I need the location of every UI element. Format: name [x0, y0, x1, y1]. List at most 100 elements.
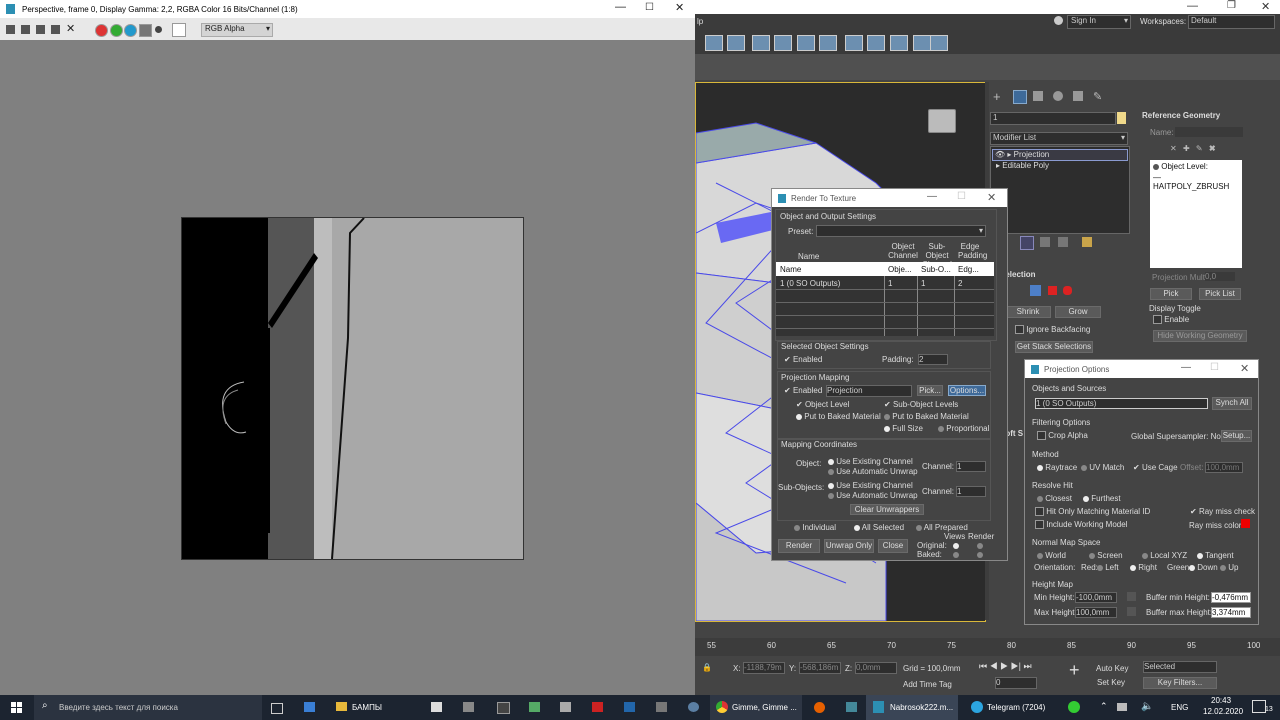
proportional-radio[interactable]: Proportional — [938, 424, 989, 433]
remove-modifier-icon[interactable] — [1058, 237, 1068, 247]
app-icon-10[interactable] — [1068, 701, 1080, 713]
green-down-radio[interactable]: Down — [1189, 563, 1218, 572]
world-radio[interactable]: World — [1037, 551, 1066, 560]
ray-miss-color-swatch[interactable] — [1241, 519, 1250, 528]
utilities-tab-icon[interactable]: ✎ — [1093, 90, 1102, 103]
toolbar-icon-4[interactable] — [774, 35, 792, 51]
sel-enabled-checkbox[interactable]: ✔ Enabled — [784, 355, 822, 364]
app-icon-2[interactable] — [463, 702, 474, 712]
language-indicator[interactable]: ENG — [1171, 703, 1188, 712]
green-channel-toggle[interactable] — [110, 24, 123, 37]
red-right-radio[interactable]: Right — [1130, 563, 1157, 572]
toolbar-icon-6[interactable] — [819, 35, 837, 51]
frame-field[interactable]: 0 — [995, 677, 1037, 689]
preset-dropdown[interactable]: ▾ — [816, 225, 986, 237]
check-icon[interactable]: ✔ — [1133, 463, 1140, 472]
stack-item-editable-poly[interactable]: ▸ Editable Poly — [992, 161, 1126, 171]
tangent-radio[interactable]: Tangent — [1197, 551, 1234, 560]
checkbox-box[interactable] — [1153, 315, 1162, 325]
radio-icon[interactable] — [1037, 464, 1043, 471]
include-working-checkbox[interactable]: Include Working Model — [1035, 520, 1127, 530]
use-existing-radio[interactable]: Use Existing Channel — [828, 457, 913, 466]
max-height-field[interactable]: 100,0mm — [1075, 607, 1117, 618]
sub-use-existing-radio[interactable]: Use Existing Channel — [828, 481, 913, 490]
radio-icon[interactable] — [1037, 552, 1043, 559]
mapping-title[interactable]: Mapping Coordinates — [781, 440, 857, 449]
radio-icon[interactable] — [796, 413, 802, 420]
app-icon-1[interactable] — [304, 702, 315, 712]
radio-icon[interactable] — [854, 524, 860, 531]
po-close-button[interactable]: ✕ — [1240, 362, 1249, 375]
menu-help-tail[interactable]: lp — [697, 17, 703, 26]
toolbar-icon-3[interactable] — [752, 35, 770, 51]
grow-button[interactable]: Grow — [1055, 306, 1101, 318]
network-icon[interactable] — [1117, 703, 1127, 711]
toolbar-icon-9[interactable] — [890, 35, 908, 51]
proj-map-title[interactable]: Projection Mapping — [781, 373, 849, 382]
x-field[interactable]: -1188,79m — [743, 662, 785, 674]
clock-time[interactable]: 20:43 — [1211, 696, 1231, 705]
print-icon[interactable] — [36, 25, 45, 34]
setup-button[interactable]: Setup... — [1221, 430, 1252, 442]
all-prepared-radio[interactable]: All Prepared — [916, 523, 968, 532]
clock-date[interactable]: 12.02.2020 — [1203, 707, 1243, 716]
steam-icon[interactable] — [688, 702, 699, 712]
checkbox-box[interactable] — [1035, 520, 1044, 530]
expand-arrow-icon[interactable]: ▸ — [992, 161, 1000, 170]
original-render-radio[interactable] — [977, 543, 983, 549]
radio-icon[interactable] — [1089, 552, 1095, 559]
table-row[interactable]: 1 (0 SO Outputs) 1 1 2 — [776, 277, 994, 290]
app-icon-9[interactable] — [846, 702, 857, 712]
green-up-radio[interactable]: Up — [1220, 563, 1238, 572]
ignore-backfacing-checkbox[interactable]: Ignore Backfacing — [1015, 325, 1090, 335]
selected-dropdown[interactable]: Selected — [1143, 661, 1217, 673]
render-button[interactable]: Render — [778, 539, 820, 553]
vertex-select-icon[interactable] — [1030, 285, 1041, 296]
rtt-minimize-button[interactable]: — — [927, 191, 937, 202]
hide-working-geometry-button[interactable]: Hide Working Geometry — [1153, 330, 1247, 342]
toolbar-icon-10[interactable] — [913, 35, 931, 51]
local-xyz-radio[interactable]: Local XYZ — [1142, 551, 1187, 560]
display-tab-icon[interactable] — [1073, 91, 1083, 101]
po-minimize-button[interactable]: — — [1181, 362, 1191, 373]
motion-tab-icon[interactable] — [1053, 91, 1063, 101]
delete-icon[interactable]: ✖ — [1209, 144, 1216, 153]
radio-icon[interactable] — [938, 425, 944, 432]
resolve-hit-title[interactable]: Resolve Hit — [1032, 481, 1073, 490]
sel-obj-title[interactable]: Selected Object Settings — [781, 342, 869, 351]
individual-radio[interactable]: Individual — [794, 523, 836, 532]
view-cube[interactable] — [928, 109, 956, 133]
save-image-icon[interactable] — [6, 25, 15, 34]
offset-field[interactable]: 100,0mm — [1205, 462, 1243, 473]
baked-views-radio[interactable] — [953, 552, 959, 558]
uv-match-radio[interactable]: UV Match — [1081, 463, 1124, 472]
furthest-radio[interactable]: Furthest — [1083, 494, 1121, 503]
options-button[interactable]: Options... — [948, 385, 986, 396]
radio-icon[interactable] — [1189, 564, 1195, 571]
playback-controls[interactable]: ⏮ ◀ ▶ ▶| ⏭ — [979, 661, 1032, 672]
display-toggle-enable[interactable]: Enable — [1153, 315, 1189, 325]
pick-button[interactable]: Pick... — [917, 385, 943, 396]
workspace-select[interactable]: Default — [1188, 15, 1275, 29]
modify-tab-icon[interactable] — [1013, 90, 1027, 104]
unwrap-only-button[interactable]: Unwrap Only — [824, 539, 874, 553]
stack-item-projection[interactable]: 👁 ▸ Projection — [992, 149, 1128, 161]
clear-unwrappers-button[interactable]: Clear Unwrappers — [850, 504, 924, 515]
radio-icon[interactable] — [1083, 495, 1089, 502]
create-tab-icon[interactable]: + — [993, 89, 1001, 104]
checkbox-box[interactable] — [1015, 325, 1024, 335]
radio-icon[interactable] — [884, 413, 890, 420]
rtt-close-button[interactable]: ✕ — [987, 191, 996, 204]
radio-icon[interactable] — [1097, 564, 1103, 571]
full-size-radio[interactable]: Full Size — [884, 424, 923, 433]
checkbox-box[interactable] — [1035, 507, 1044, 517]
add-icon[interactable]: ✚ — [1183, 144, 1190, 153]
sub-use-auto-radio[interactable]: Use Automatic Unwrap — [828, 491, 918, 500]
fb-close-button[interactable]: ✕ — [675, 1, 684, 14]
channel-display-dropdown[interactable]: RGB Alpha ▾ — [201, 23, 273, 37]
checkbox-box[interactable] — [1037, 431, 1046, 441]
max-restore-button[interactable]: ❐ — [1227, 0, 1236, 11]
radio-icon[interactable] — [828, 468, 834, 475]
padding-spinner[interactable]: 2 — [918, 354, 948, 365]
normal-map-title[interactable]: Normal Map Space — [1032, 538, 1100, 547]
